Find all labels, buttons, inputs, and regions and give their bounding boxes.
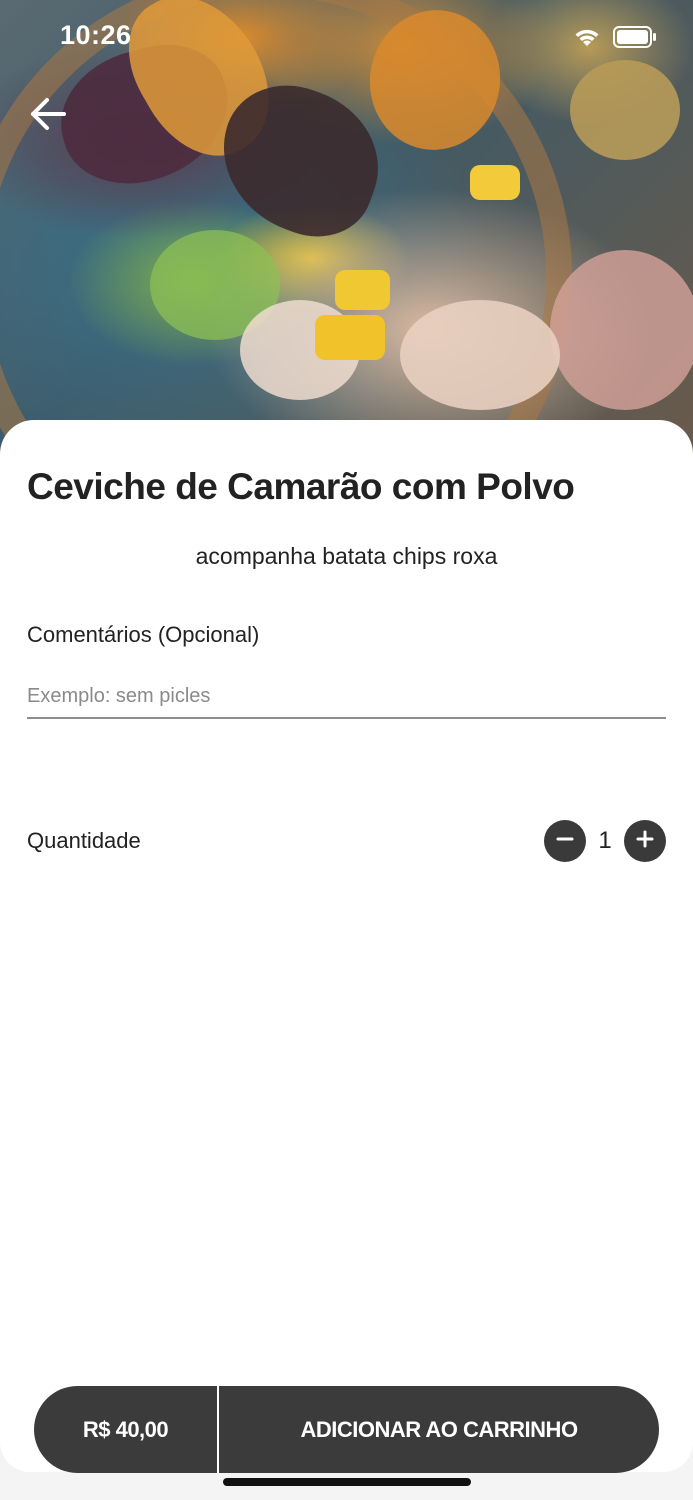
quantity-stepper: 1 [544, 820, 666, 862]
home-indicator[interactable] [223, 1478, 471, 1486]
comments-input[interactable] [27, 675, 666, 719]
product-title: Ceviche de Camarão com Polvo [27, 466, 575, 507]
price-label: R$ 40,00 [34, 1386, 219, 1473]
add-to-cart-button[interactable]: ADICIONAR AO CARRINHO [219, 1386, 659, 1473]
status-icons [573, 26, 657, 53]
comments-label: Comentários (Opcional) [27, 622, 260, 647]
arrow-left-icon [29, 97, 67, 136]
status-time: 10:26 [60, 20, 132, 50]
battery-icon [613, 26, 657, 53]
quantity-label: Quantidade [27, 828, 141, 853]
product-detail-screen: 10:26 Ceviche de Camarão com Polvo acomp… [0, 0, 693, 1500]
decrement-button[interactable] [544, 820, 586, 862]
product-image [0, 0, 693, 470]
wifi-icon [573, 26, 601, 53]
increment-button[interactable] [624, 820, 666, 862]
back-button[interactable] [26, 94, 70, 138]
plus-icon [635, 829, 655, 854]
minus-icon [555, 829, 575, 854]
cart-bar: R$ 40,00 ADICIONAR AO CARRINHO [34, 1386, 659, 1473]
product-description: acompanha batata chips roxa [195, 543, 498, 569]
quantity-value: 1 [598, 827, 612, 854]
details-sheet [0, 420, 693, 1472]
